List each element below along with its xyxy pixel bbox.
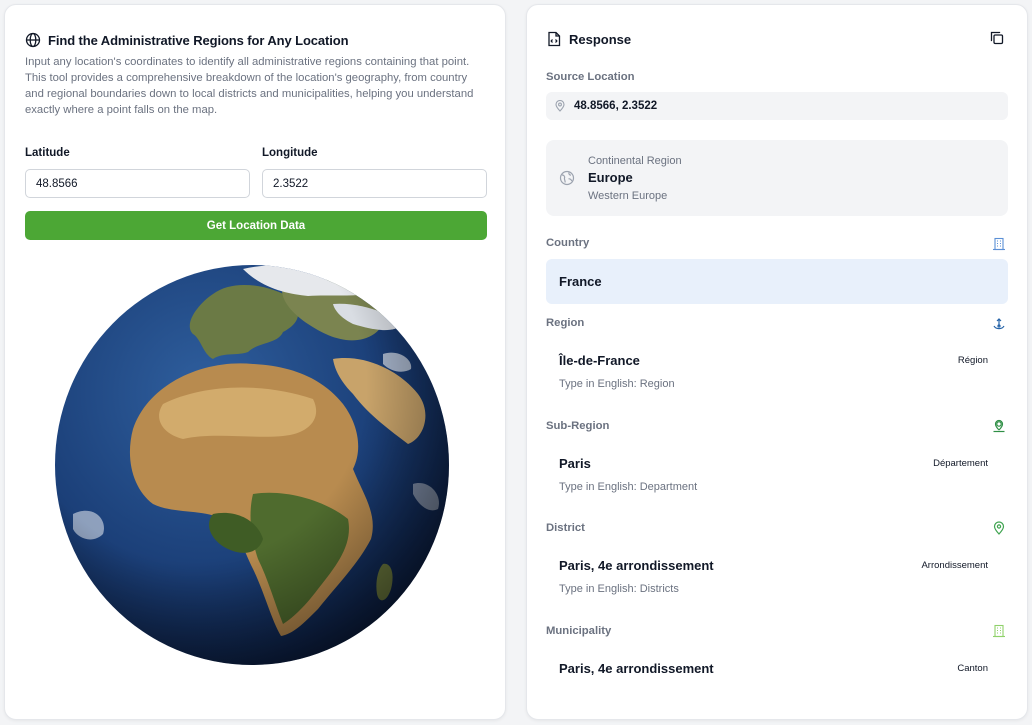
source-location-label: Source Location <box>546 71 635 83</box>
continental-region-card: Continental Region Europe Western Europe <box>546 140 1008 216</box>
panel-header: Find the Administrative Regions for Any … <box>25 32 349 48</box>
get-location-data-button[interactable]: Get Location Data <box>25 211 487 240</box>
source-location-value: 48.8566, 2.3522 <box>546 92 1008 120</box>
building-icon <box>993 237 1005 251</box>
page-description: Input any location's coordinates to iden… <box>25 56 474 116</box>
region-type: Type in English: Region <box>559 378 675 390</box>
map-pin-icon <box>993 521 1005 535</box>
country-value: France <box>546 259 1008 304</box>
source-coordinates: 48.8566, 2.3522 <box>574 100 658 112</box>
latitude-input[interactable] <box>25 169 250 198</box>
country-label: Country <box>546 237 590 249</box>
municipality-badge: Canton <box>957 663 988 674</box>
landmark-icon <box>993 318 1005 330</box>
continental-region-value: Europe <box>588 170 633 185</box>
file-code-icon <box>548 31 561 47</box>
page-title: Find the Administrative Regions for Any … <box>48 32 349 48</box>
longitude-input[interactable] <box>262 169 487 198</box>
region-badge: Région <box>957 355 988 366</box>
map-pin-icon <box>555 100 565 112</box>
subregion-type: Type in English: Department <box>559 481 698 493</box>
globe-icon <box>25 32 41 48</box>
earth-globe-image <box>55 265 449 665</box>
subregion-label: Sub-Region <box>546 420 610 432</box>
continental-region-label: Continental Region <box>588 155 682 167</box>
district-name: Paris, 4e arrondissement <box>559 558 714 573</box>
longitude-label: Longitude <box>262 147 318 159</box>
district-label: District <box>546 522 585 534</box>
response-panel: Response Source Location 48.8566, 2.3522… <box>526 4 1028 720</box>
location-input-panel: Find the Administrative Regions for Any … <box>4 4 506 720</box>
district-badge: Arrondissement <box>921 560 988 571</box>
continental-subregion: Western Europe <box>588 190 668 202</box>
subregion-badge: Département <box>933 458 988 469</box>
response-title: Response <box>569 31 632 47</box>
response-header: Response <box>547 31 631 47</box>
district-type: Type in English: Districts <box>559 583 679 595</box>
latitude-label: Latitude <box>25 147 70 159</box>
copy-icon[interactable] <box>989 30 1005 46</box>
subregion-name: Paris <box>559 456 591 471</box>
earth-icon <box>559 170 575 186</box>
region-label: Region <box>546 317 585 329</box>
building-icon <box>993 624 1005 638</box>
municipality-name: Paris, 4e arrondissement <box>559 661 714 676</box>
region-name: Île-de-France <box>559 353 640 368</box>
map-person-icon <box>993 419 1005 433</box>
municipality-label: Municipality <box>546 625 612 637</box>
